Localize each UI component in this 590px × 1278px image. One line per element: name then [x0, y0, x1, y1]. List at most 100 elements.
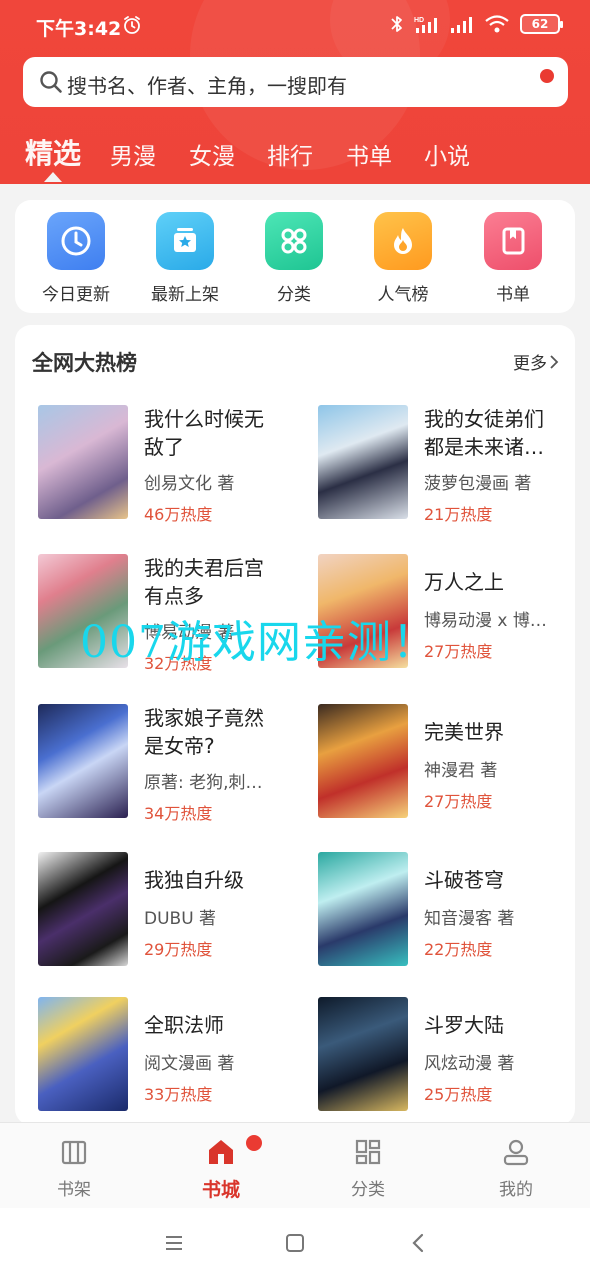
nav-bookshelf[interactable]: 书架 [34, 1137, 114, 1200]
book-heat: 46万热度 [144, 505, 213, 524]
quick-entry-categories[interactable]: 分类 [244, 212, 344, 305]
book-card[interactable]: 完美世界 神漫君 著 27万热度 [318, 704, 575, 824]
tab-featured[interactable]: 精选 [25, 132, 81, 172]
nav-label: 书城 [201, 1179, 240, 1201]
notification-dot [540, 69, 554, 83]
book-cover [318, 554, 408, 668]
book-card[interactable]: 万人之上 博易动漫 x 博… 27万热度 [318, 554, 575, 674]
book-card[interactable]: 我独自升级 DUBU 著 29万热度 [38, 852, 308, 972]
book-heat: 22万热度 [424, 940, 493, 959]
status-time: 下午3:42 [36, 18, 122, 40]
book-heat: 27万热度 [424, 642, 493, 661]
bookshelf-icon [61, 1140, 87, 1165]
bluetooth-icon [391, 16, 402, 32]
network-label: HD [414, 17, 424, 24]
bottom-navigation: 书架 书城 分类 我的 [0, 1122, 590, 1208]
quick-entry-label: 人气榜 [377, 285, 429, 305]
book-author: 菠萝包漫画 著 [424, 474, 532, 494]
tab-booklist[interactable]: 书单 [346, 137, 392, 171]
active-tab-indicator [44, 172, 62, 182]
book-heat: 32万热度 [144, 654, 213, 673]
battery-indicator: 62 [520, 14, 563, 34]
chevron-right-icon [550, 354, 559, 369]
back-icon[interactable] [410, 1232, 426, 1254]
nav-categories[interactable]: 分类 [328, 1137, 408, 1200]
signal-icon [451, 17, 472, 33]
quick-entry-booklist[interactable]: 书单 [463, 212, 563, 305]
quick-entry-new-arrivals[interactable]: 最新上架 [135, 212, 235, 305]
alarm-icon [124, 16, 140, 34]
book-cover [38, 704, 128, 818]
book-heat: 33万热度 [144, 1085, 213, 1104]
book-heat: 25万热度 [424, 1085, 493, 1104]
quick-entry-label: 今日更新 [42, 285, 110, 305]
book-author: 博易动漫 著 [144, 623, 235, 643]
tab-female-comics[interactable]: 女漫 [189, 137, 235, 171]
signal-hd-icon: HD [414, 17, 437, 33]
quick-entry-label: 分类 [277, 285, 311, 305]
nav-profile[interactable]: 我的 [476, 1137, 556, 1200]
book-author: 原著: 老狗,刺… [144, 773, 263, 793]
more-label: 更多 [513, 354, 547, 374]
header: 下午3:42 HD 62 搜书名、作者、主角，一搜即有 精选 男漫 女漫 排行 … [0, 0, 590, 184]
book-title: 我的夫君后宫有点多 [144, 556, 264, 608]
clock-icon [47, 212, 105, 270]
more-link[interactable]: 更多 [513, 349, 559, 374]
book-cover [318, 997, 408, 1111]
quick-entry-label: 书单 [496, 285, 530, 305]
book-card[interactable]: 斗破苍穹 知音漫客 著 22万热度 [318, 852, 575, 972]
nav-label: 书架 [57, 1180, 91, 1200]
book-cover [38, 554, 128, 668]
booklist-icon [484, 212, 542, 270]
search-placeholder: 搜书名、作者、主角，一搜即有 [67, 74, 347, 98]
quick-entry-today-update[interactable]: 今日更新 [26, 212, 126, 305]
status-bar: 下午3:42 HD 62 [0, 0, 590, 52]
book-author: 风炫动漫 著 [424, 1054, 515, 1074]
notification-dot [246, 1135, 262, 1151]
book-heat: 29万热度 [144, 940, 213, 959]
book-cover [38, 405, 128, 519]
system-navigation-bar [0, 1208, 590, 1278]
new-shelf-icon [156, 212, 214, 270]
quick-entry-panel: 今日更新 最新上架 分类 人气榜 书单 [15, 200, 575, 313]
book-card[interactable]: 我什么时候无敌了 创易文化 著 46万热度 [38, 405, 308, 525]
book-title: 我什么时候无敌了 [144, 407, 264, 459]
book-title: 我的女徒弟们都是未来诸… [424, 407, 544, 459]
nav-label: 分类 [351, 1180, 385, 1200]
book-heat: 34万热度 [144, 804, 213, 823]
category-grid-icon [265, 212, 323, 270]
book-card[interactable]: 我的女徒弟们都是未来诸… 菠萝包漫画 著 21万热度 [318, 405, 575, 525]
menu-icon[interactable] [164, 1234, 184, 1252]
section-title: 全网大热榜 [32, 351, 137, 375]
tab-ranking[interactable]: 排行 [267, 137, 313, 171]
search-bar[interactable]: 搜书名、作者、主角，一搜即有 [23, 57, 568, 107]
book-title: 斗罗大陆 [424, 1013, 504, 1037]
book-author: 博易动漫 x 博… [424, 611, 547, 631]
book-title: 全职法师 [144, 1013, 224, 1037]
book-card[interactable]: 全职法师 阅文漫画 著 33万热度 [38, 997, 308, 1117]
book-title: 斗破苍穹 [424, 868, 504, 892]
book-card[interactable]: 斗罗大陆 风炫动漫 著 25万热度 [318, 997, 575, 1117]
book-author: DUBU 著 [144, 909, 217, 929]
book-heat: 27万热度 [424, 792, 493, 811]
tab-novels[interactable]: 小说 [424, 137, 470, 171]
book-title: 完美世界 [424, 720, 504, 744]
book-author: 创易文化 著 [144, 474, 235, 494]
book-cover [38, 852, 128, 966]
book-cover [318, 852, 408, 966]
search-icon [40, 71, 62, 93]
quick-entry-popular[interactable]: 人气榜 [353, 212, 453, 305]
book-card[interactable]: 我家娘子竟然是女帝? 原著: 老狗,刺… 34万热度 [38, 704, 308, 824]
profile-icon [503, 1139, 529, 1166]
book-card[interactable]: 我的夫君后宫有点多 博易动漫 著 32万热度 [38, 554, 308, 674]
wifi-icon [485, 15, 509, 33]
book-title: 我家娘子竟然是女帝? [144, 706, 264, 758]
status-icons: HD 62 [390, 14, 563, 34]
category-tabs: 精选 男漫 女漫 排行 书单 小说 [0, 130, 590, 184]
fire-icon [374, 212, 432, 270]
hot-ranking-section: 全网大热榜 更多 我什么时候无敌了 创易文化 著 46万热度 我的女徒弟们都是未… [15, 325, 575, 1125]
tab-male-comics[interactable]: 男漫 [110, 137, 156, 171]
home-square-icon[interactable] [285, 1233, 305, 1253]
quick-entry-label: 最新上架 [151, 285, 219, 305]
book-heat: 21万热度 [424, 505, 493, 524]
